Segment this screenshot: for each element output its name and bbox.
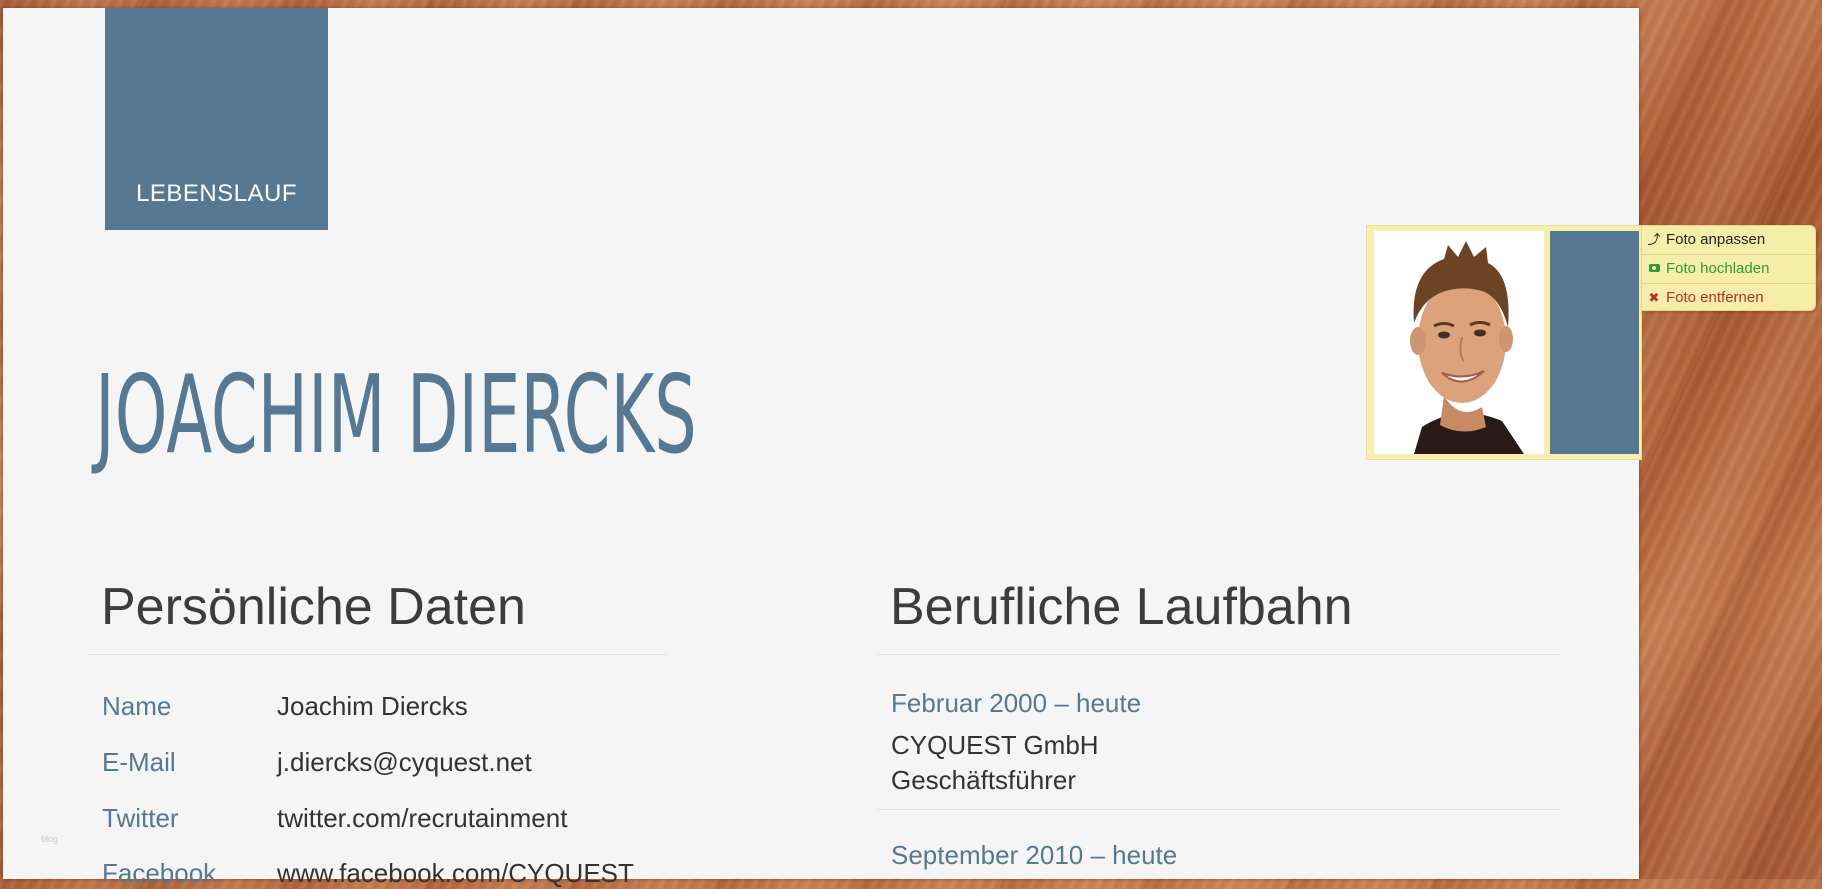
field-value-name: Joachim Diercks <box>277 691 468 721</box>
section-divider <box>877 654 1559 655</box>
adjust-photo-button[interactable]: ⤴ Foto anpassen <box>1642 226 1815 255</box>
adjust-photo-label: Foto anpassen <box>1666 231 1766 248</box>
field-label-twitter: Twitter <box>102 803 179 833</box>
upload-photo-button[interactable]: Foto hochladen <box>1642 255 1815 284</box>
personal-data-heading: Persönliche Daten <box>101 578 526 636</box>
career-period: September 2010 – heute <box>891 840 1178 870</box>
field-value-facebook: www.facebook.com/CYQUEST <box>277 858 634 888</box>
field-label-name: Name <box>102 691 172 721</box>
resume-badge: LEBENSLAUF <box>105 8 328 230</box>
photo-widget[interactable] <box>1366 225 1642 460</box>
camera-icon <box>1647 255 1661 283</box>
career-period: Februar 2000 – heute <box>891 688 1142 718</box>
profile-photo[interactable] <box>1374 231 1544 454</box>
field-value-twitter: twitter.com/recrutainment <box>277 803 568 833</box>
section-divider <box>87 654 667 655</box>
resume-badge-label: LEBENSLAUF <box>135 180 298 207</box>
field-label-email: E-Mail <box>102 747 176 777</box>
photo-side-panel <box>1550 231 1639 454</box>
entry-divider <box>877 809 1559 810</box>
upload-photo-label: Foto hochladen <box>1666 260 1770 277</box>
field-label-facebook: Facebook <box>102 858 217 888</box>
wrench-icon: ⤴ <box>1647 232 1661 247</box>
candidate-name: JOACHIM DIERCKS <box>95 353 697 478</box>
field-value-email: j.diercks@cyquest.net <box>277 747 532 777</box>
career-company: CYQUEST GmbH <box>891 730 1099 760</box>
career-role: Geschäftsführer <box>891 765 1076 795</box>
watermark: blog <box>41 834 59 844</box>
remove-photo-button[interactable]: ✖ Foto entfernen <box>1642 284 1815 312</box>
close-icon: ✖ <box>1648 290 1660 305</box>
photo-options-menu: ⤴ Foto anpassen Foto hochladen ✖ Foto entf… <box>1641 225 1816 311</box>
career-heading: Berufliche Laufbahn <box>890 578 1353 636</box>
remove-photo-label: Foto entfernen <box>1666 289 1764 306</box>
portrait-image <box>1374 231 1544 454</box>
